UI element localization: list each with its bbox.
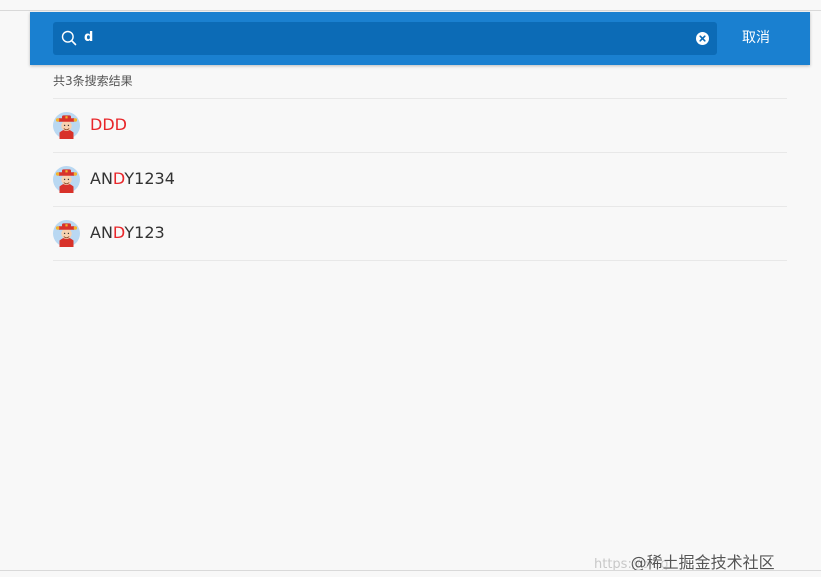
list-item-name: ANDY123 [90, 223, 165, 243]
search-input[interactable]: d [84, 28, 93, 48]
clear-icon[interactable] [696, 32, 709, 45]
name-suffix: Y1234 [124, 169, 175, 188]
list-item-name: DDD [90, 115, 127, 135]
avatar-icon [53, 220, 80, 247]
search-header: d 取消 [30, 12, 810, 65]
name-match: D [112, 223, 125, 242]
name-match: D [112, 169, 125, 188]
avatar-icon [53, 166, 80, 193]
cancel-button[interactable]: 取消 [722, 25, 790, 52]
avatar-icon [53, 112, 80, 139]
search-icon [61, 30, 77, 46]
top-divider [0, 10, 821, 11]
list-item[interactable]: ANDY1234 [53, 153, 787, 206]
name-match: DDD [90, 115, 127, 134]
name-prefix: AN [90, 223, 113, 242]
app-frame: d 取消 共3条搜索结果 DDD ANDY1234 ANDY123 https:… [0, 0, 821, 577]
list-item[interactable]: ANDY123 [53, 207, 787, 260]
list-item[interactable]: DDD [53, 99, 787, 152]
name-suffix: Y123 [124, 223, 165, 242]
name-prefix: AN [90, 169, 113, 188]
result-count: 共3条搜索结果 [53, 74, 133, 88]
divider [53, 260, 787, 261]
search-box[interactable]: d [53, 22, 717, 55]
bottom-divider [0, 570, 821, 571]
list-item-name: ANDY1234 [90, 169, 175, 189]
